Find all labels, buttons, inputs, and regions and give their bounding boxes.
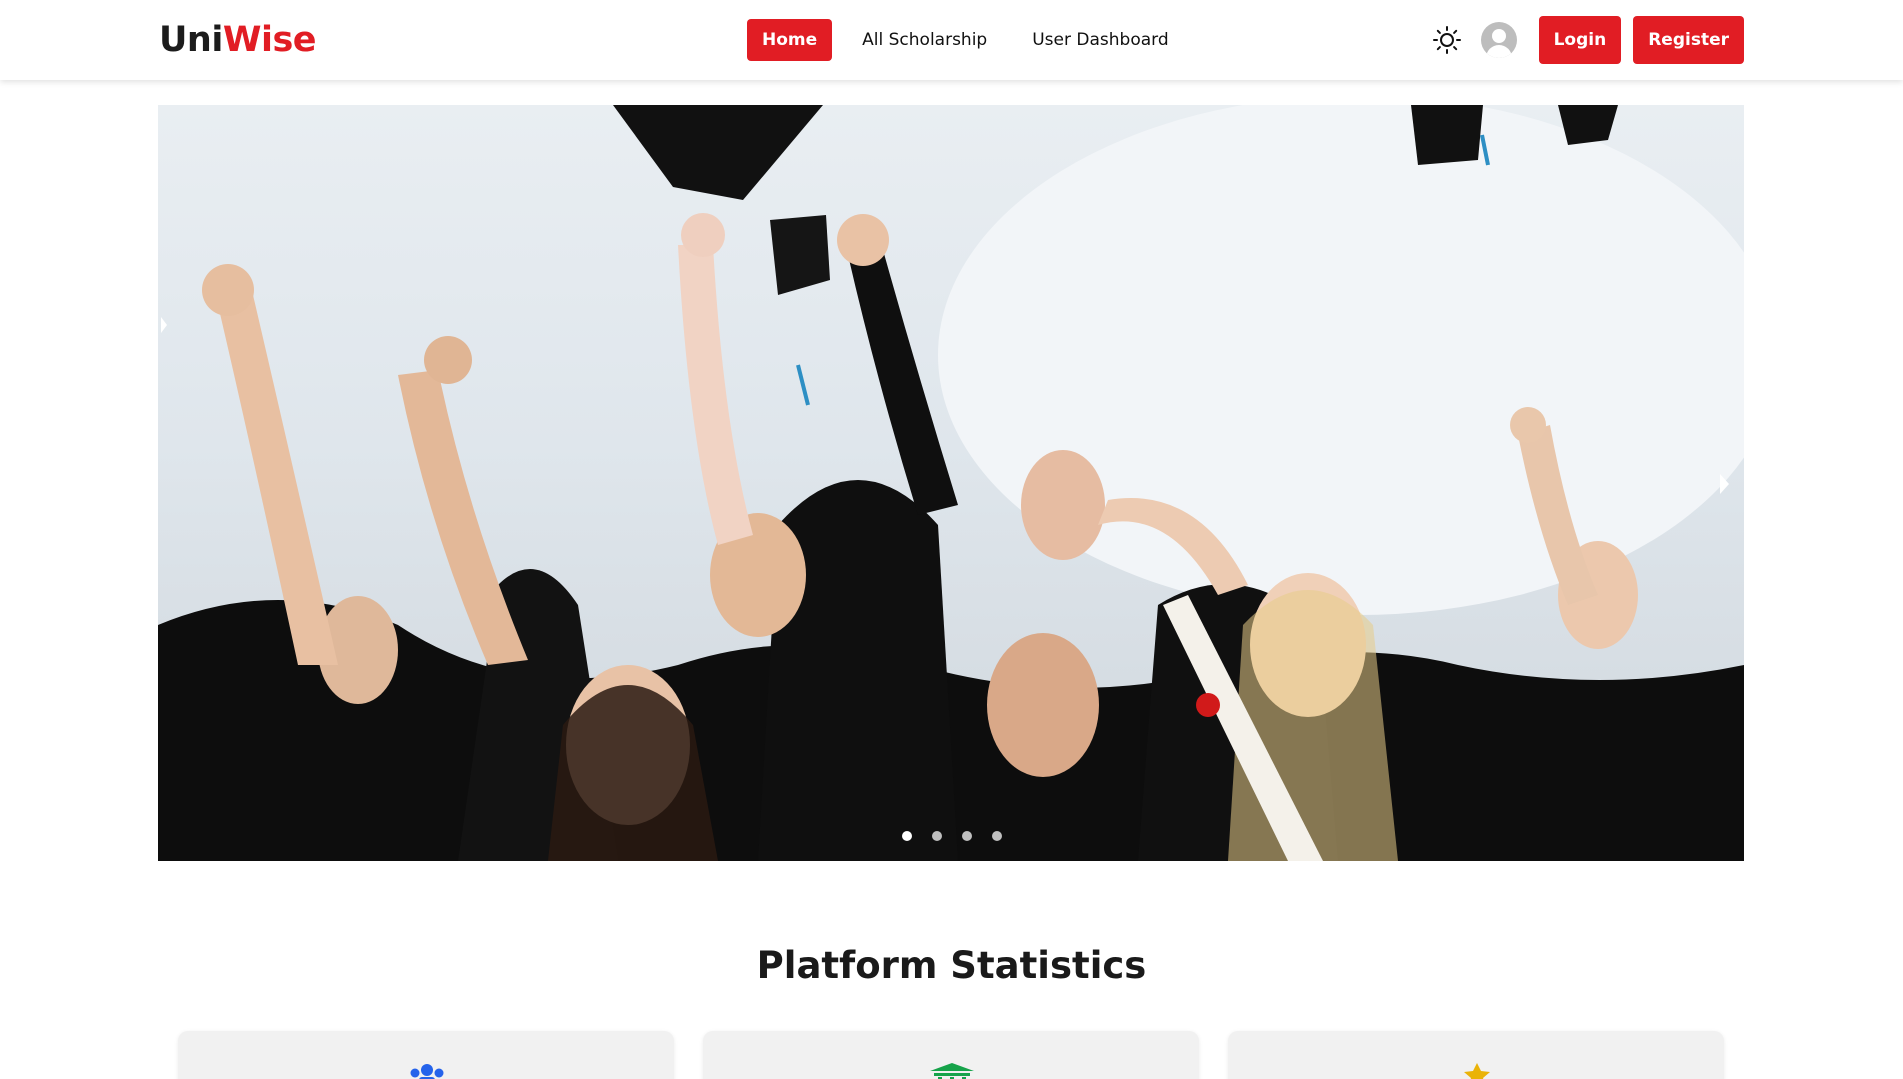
sun-icon[interactable] xyxy=(1431,24,1463,56)
nav-all-scholarship[interactable]: All Scholarship xyxy=(848,19,1001,61)
carousel-next-arrow[interactable] xyxy=(1720,474,1729,494)
top-navbar: UniWise Home All Scholarship User Dashbo… xyxy=(0,0,1903,80)
brand-logo-part1: Uni xyxy=(159,20,223,60)
university-icon xyxy=(930,1063,974,1079)
stat-card-rating xyxy=(1228,1031,1724,1079)
users-icon xyxy=(405,1063,449,1079)
user-avatar-icon[interactable] xyxy=(1480,22,1517,58)
nav-home[interactable]: Home xyxy=(747,19,833,61)
hero-carousel xyxy=(158,105,1744,861)
login-button[interactable]: Login xyxy=(1538,16,1622,64)
brand-logo-part2: Wise xyxy=(222,20,317,60)
carousel-dot-2[interactable] xyxy=(932,831,942,841)
brand-logo[interactable]: UniWise xyxy=(159,19,317,61)
carousel-dot-4[interactable] xyxy=(992,831,1002,841)
carousel-prev-arrow[interactable] xyxy=(161,317,167,333)
header-actions: Login Register xyxy=(1431,16,1744,64)
star-icon xyxy=(1455,1063,1499,1079)
carousel-indicators xyxy=(902,831,1022,841)
stat-card-users xyxy=(178,1031,674,1079)
register-button[interactable]: Register xyxy=(1633,16,1744,64)
stat-card-universities xyxy=(703,1031,1199,1079)
hero-graduation-image xyxy=(158,105,1744,861)
carousel-dot-1[interactable] xyxy=(902,831,912,841)
nav-user-dashboard[interactable]: User Dashboard xyxy=(1018,19,1182,61)
section-title-platform-statistics: Platform Statistics xyxy=(756,944,1147,987)
carousel-dot-3[interactable] xyxy=(962,831,972,841)
main-nav: Home All Scholarship User Dashboard xyxy=(747,19,1183,61)
